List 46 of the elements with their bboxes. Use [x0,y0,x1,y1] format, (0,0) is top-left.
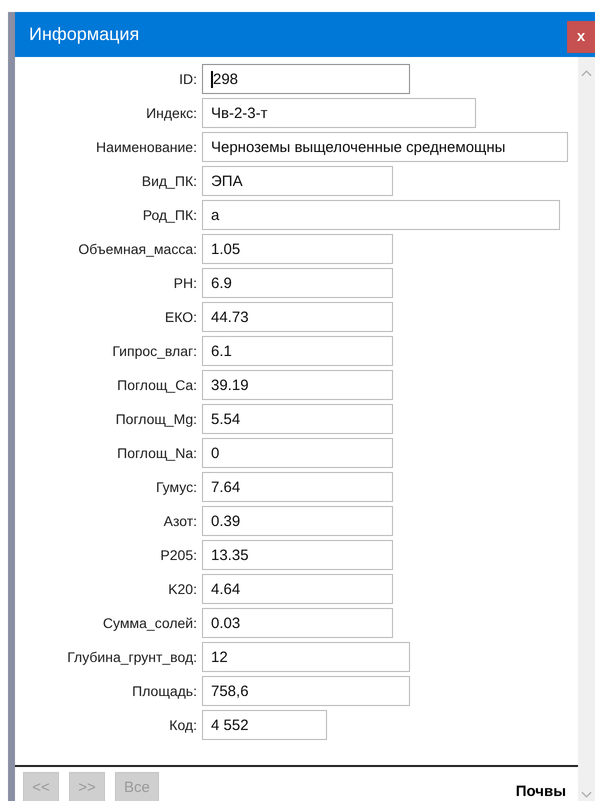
input-field[interactable]: 39.19 [202,370,393,400]
field-label: Наименование: [95,139,198,155]
input-field[interactable]: 4.64 [202,574,393,604]
scroll-up-icon[interactable] [581,69,592,77]
field-label: Гипрос_влаг: [111,343,198,359]
field-label: Глубина_грунт_вод: [66,649,198,665]
input-field[interactable]: 44.73 [202,302,393,332]
input-field[interactable]: 6.1 [202,336,393,366]
field-label: PH: [172,275,198,291]
field-label: Поглощ_Na: [116,445,198,461]
field-label: Сумма_солей: [102,615,198,631]
input-field[interactable]: 7.64 [202,472,393,502]
field-label: ID: [178,71,198,87]
field-label: Объемная_масса: [77,241,198,257]
input-field[interactable]: 1.05 [202,234,393,264]
window-title: Информация [29,24,140,45]
input-field[interactable]: 298 [202,64,410,94]
input-field[interactable]: 758,6 [202,676,410,706]
input-field[interactable]: а [202,200,560,230]
scrollbar[interactable] [578,57,595,801]
input-field[interactable]: 13.35 [202,540,393,570]
input-field[interactable]: Черноземы выщелоченные среднемощны [202,132,568,162]
input-field[interactable]: ЭПА [202,166,393,196]
field-label: Род_ПК: [142,207,198,223]
input-field[interactable]: 0.03 [202,608,393,638]
input-field[interactable]: 5.54 [202,404,393,434]
field-label: Поглощ_Mg: [114,411,198,427]
field-label: Азот: [162,513,198,529]
field-label: Индекс: [145,105,198,121]
close-button[interactable]: x [567,20,595,52]
field-label: Площадь: [131,683,198,699]
field-label: ЕКО: [164,309,198,325]
layer-name: Почвы [516,783,566,800]
field-label: Вид_ПК: [140,173,198,189]
field-label: K20: [167,581,198,597]
field-label: Гумус: [154,479,198,495]
field-label: P205: [159,547,198,563]
input-field[interactable]: 4 552 [202,710,327,740]
field-label: Поглощ_Ca: [116,377,198,393]
input-field[interactable]: 0 [202,438,393,468]
field-label: Код: [168,717,198,733]
input-field[interactable]: 12 [202,642,410,672]
input-field[interactable]: Чв-2-3-т [202,98,476,128]
input-field[interactable]: 6.9 [202,268,393,298]
input-field[interactable]: 0.39 [202,506,393,536]
scroll-down-icon[interactable] [581,791,592,799]
